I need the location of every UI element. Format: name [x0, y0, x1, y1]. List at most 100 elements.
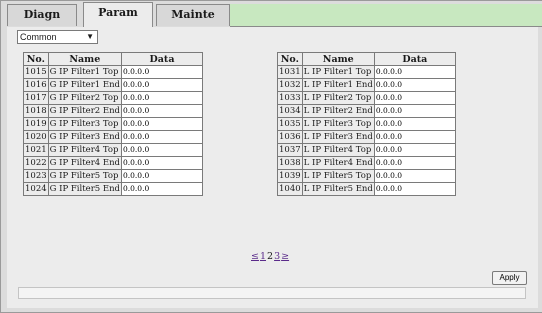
row-data-input[interactable] [374, 79, 455, 90]
row-data-input[interactable] [374, 183, 455, 194]
row-data-input[interactable] [122, 105, 202, 116]
row-data-cell [121, 78, 203, 92]
row-number: 1035 [277, 117, 303, 131]
table-row: 1017 G IP Filter2 Top [23, 91, 203, 105]
table-row: 1023 G IP Filter5 Top [23, 169, 203, 183]
row-name: G IP Filter4 Top [47, 143, 123, 157]
row-number: 1023 [23, 169, 49, 183]
row-number: 1036 [277, 130, 303, 144]
row-data-cell [373, 104, 456, 118]
row-data-cell [121, 182, 203, 196]
table-row: 1016 G IP Filter1 End [23, 78, 203, 92]
tab-bar-fill [230, 4, 542, 27]
parameter-window: Diagn Param Mainte Common ▼ No. Name Dat… [0, 0, 542, 313]
row-number: 1033 [277, 91, 303, 105]
row-data-input[interactable] [122, 118, 202, 129]
table-row: 1034 L IP Filter2 End [277, 104, 456, 118]
next-page-link[interactable]: ≥ [281, 251, 289, 262]
tab-diagnostics[interactable]: Diagn [7, 4, 77, 26]
row-number: 1019 [23, 117, 49, 131]
row-name: L IP Filter2 End [301, 104, 375, 118]
table-row: 1015 G IP Filter1 Top [23, 65, 203, 79]
table-row: 1031 L IP Filter1 Top [277, 65, 456, 79]
row-name: G IP Filter1 Top [47, 65, 123, 79]
tab-bar: Diagn Param Mainte [1, 1, 542, 28]
row-number: 1038 [277, 156, 303, 170]
row-name: L IP Filter1 Top [301, 65, 375, 79]
column-header-name: Name [301, 52, 375, 66]
row-data-cell [373, 78, 456, 92]
row-name: L IP Filter5 End [301, 182, 375, 196]
table-row: 1038 L IP Filter4 End [277, 156, 456, 170]
table-row: 1037 L IP Filter4 Top [277, 143, 456, 157]
row-data-input[interactable] [122, 79, 202, 90]
row-data-input[interactable] [374, 66, 455, 77]
right-parameter-table: No. Name Data 1031L IP Filter1 Top1032L … [277, 52, 456, 196]
row-name: L IP Filter3 Top [301, 117, 375, 131]
row-data-input[interactable] [122, 183, 202, 194]
column-header-no: No. [277, 52, 303, 66]
group-select[interactable]: Common ▼ [17, 30, 98, 44]
table-row: 1035 L IP Filter3 Top [277, 117, 456, 131]
row-name: G IP Filter4 End [47, 156, 123, 170]
row-data-cell [121, 143, 203, 157]
row-data-cell [121, 104, 203, 118]
chevron-down-icon: ▼ [86, 32, 94, 41]
row-data-cell [373, 169, 456, 183]
row-name: L IP Filter5 Top [301, 169, 375, 183]
table-row: 1036 L IP Filter3 End [277, 130, 456, 144]
prev-page-link[interactable]: ≤ [251, 251, 259, 262]
table-row: 1033 L IP Filter2 Top [277, 91, 456, 105]
row-data-cell [373, 130, 456, 144]
row-data-input[interactable] [374, 131, 455, 142]
tab-maintenance[interactable]: Mainte [156, 4, 230, 26]
table-row: 1022 G IP Filter4 End [23, 156, 203, 170]
table-row: 1019 G IP Filter3 Top [23, 117, 203, 131]
left-parameter-table: No. Name Data 1015G IP Filter1 Top1016G … [23, 52, 203, 196]
row-number: 1024 [23, 182, 49, 196]
row-data-input[interactable] [374, 118, 455, 129]
row-data-cell [373, 65, 456, 79]
row-name: L IP Filter4 End [301, 156, 375, 170]
apply-button[interactable]: Apply [492, 271, 527, 285]
right-table-body: 1031L IP Filter1 Top1032L IP Filter1 End… [277, 65, 456, 196]
page-link-1[interactable]: 1 [260, 251, 266, 262]
row-data-input[interactable] [122, 157, 202, 168]
row-data-input[interactable] [122, 144, 202, 155]
row-number: 1016 [23, 78, 49, 92]
row-name: G IP Filter1 End [47, 78, 123, 92]
row-data-input[interactable] [374, 92, 455, 103]
table-row: 1020 G IP Filter3 End [23, 130, 203, 144]
row-number: 1022 [23, 156, 49, 170]
row-number: 1020 [23, 130, 49, 144]
pagination: ≤123≥ [251, 251, 290, 262]
row-data-input[interactable] [122, 131, 202, 142]
row-number: 1032 [277, 78, 303, 92]
row-data-input[interactable] [374, 144, 455, 155]
row-number: 1015 [23, 65, 49, 79]
table-row: 1032 L IP Filter1 End [277, 78, 456, 92]
row-number: 1021 [23, 143, 49, 157]
left-table-body: 1015G IP Filter1 Top1016G IP Filter1 End… [23, 65, 203, 196]
row-data-input[interactable] [122, 170, 202, 181]
page-link-3[interactable]: 3 [274, 251, 280, 262]
tab-parameters[interactable]: Param [83, 2, 153, 28]
row-name: L IP Filter2 Top [301, 91, 375, 105]
column-header-no: No. [23, 52, 49, 66]
row-data-input[interactable] [122, 66, 202, 77]
row-name: G IP Filter2 End [47, 104, 123, 118]
table-row: 1040 L IP Filter5 End [277, 182, 456, 196]
group-select-value: Common [20, 32, 57, 42]
row-number: 1039 [277, 169, 303, 183]
row-data-cell [121, 130, 203, 144]
row-data-input[interactable] [122, 92, 202, 103]
row-data-cell [121, 169, 203, 183]
column-header-name: Name [47, 52, 123, 66]
row-name: L IP Filter4 Top [301, 143, 375, 157]
row-data-input[interactable] [374, 157, 455, 168]
row-number: 1031 [277, 65, 303, 79]
row-data-cell [121, 91, 203, 105]
row-data-input[interactable] [374, 105, 455, 116]
row-data-cell [121, 156, 203, 170]
row-data-input[interactable] [374, 170, 455, 181]
